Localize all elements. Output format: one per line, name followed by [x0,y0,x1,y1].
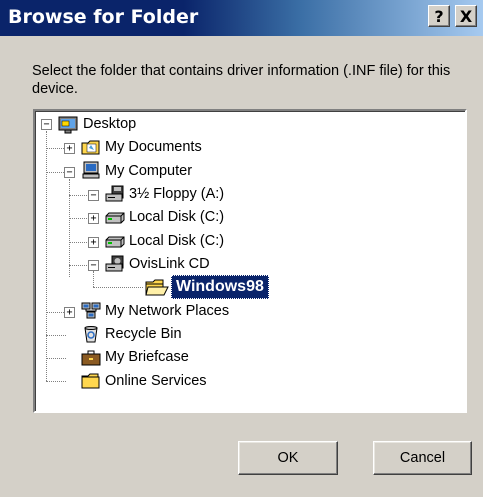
collapse-toggle[interactable]: − [41,119,52,130]
expand-toggle[interactable]: + [88,237,99,248]
folder-tree[interactable]: − Desktop + My Documents − My Computer −… [33,109,467,413]
tree-connector [46,131,47,381]
briefcase-icon [81,350,101,366]
expand-toggle[interactable]: + [64,143,75,154]
ok-button[interactable]: OK [238,441,338,475]
tree-item-online-services[interactable]: Online Services [103,371,209,391]
folder-icon [81,373,100,389]
network-places-icon [81,302,101,319]
tree-connector [69,265,89,266]
title-bar[interactable]: Browse for Folder ? X [0,0,483,36]
tree-item-floppy-a[interactable]: 3½ Floppy (A:) [127,184,226,204]
cancel-button[interactable]: Cancel [373,441,472,475]
collapse-toggle[interactable]: − [88,260,99,271]
tree-connector [69,242,89,243]
my-documents-icon [81,140,100,155]
cd-drive-icon [105,255,124,272]
browse-for-folder-dialog: Browse for Folder ? X Select the folder … [0,0,483,497]
collapse-toggle[interactable]: − [88,190,99,201]
help-icon: ? [434,6,444,26]
my-computer-icon [82,161,100,179]
hard-disk-icon [105,212,125,224]
tree-item-local-disk-c[interactable]: Local Disk (C:) [127,207,226,227]
tree-item-windows98[interactable]: Windows98 [171,275,269,299]
open-folder-icon [145,279,169,296]
expand-toggle[interactable]: + [64,307,75,318]
collapse-toggle[interactable]: − [64,167,75,178]
recycle-bin-icon [84,326,98,343]
tree-connector [46,148,66,149]
tree-item-my-computer[interactable]: My Computer [103,161,194,181]
hard-disk-icon [105,236,125,248]
tree-item-ovislink-cd[interactable]: OvisLink CD [127,254,212,274]
tree-item-my-briefcase[interactable]: My Briefcase [103,347,191,367]
tree-connector [69,195,89,196]
help-button[interactable]: ? [428,5,450,27]
close-button[interactable]: X [455,5,477,27]
tree-connector [46,381,66,382]
tree-item-desktop[interactable]: Desktop [81,114,138,134]
window-title: Browse for Folder [8,6,199,28]
tree-connector [46,312,66,313]
close-icon: X [459,6,473,26]
floppy-drive-icon [105,185,124,202]
tree-connector [69,218,89,219]
tree-connector [46,358,66,359]
desktop-icon [58,116,78,134]
tree-connector [93,287,143,288]
tree-connector [69,179,70,277]
tree-item-my-network-places[interactable]: My Network Places [103,301,231,321]
folder-tree-content: − Desktop + My Documents − My Computer −… [35,111,465,411]
instruction-text: Select the folder that contains driver i… [32,63,451,97]
expand-toggle[interactable]: + [88,213,99,224]
tree-item-my-documents[interactable]: My Documents [103,137,204,157]
tree-item-recycle-bin[interactable]: Recycle Bin [103,324,184,344]
tree-connector [46,172,66,173]
tree-connector [46,335,66,336]
tree-connector [93,271,94,287]
tree-item-local-disk-c-2[interactable]: Local Disk (C:) [127,231,226,251]
